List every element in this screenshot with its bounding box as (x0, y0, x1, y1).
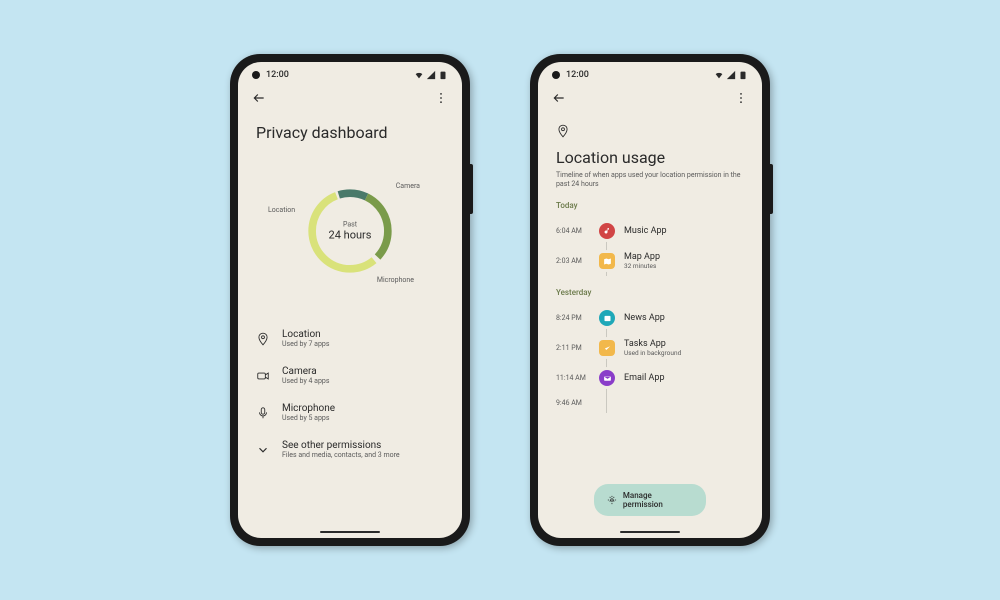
email-app-icon (599, 370, 615, 386)
page-subtitle: Timeline of when apps used your location… (556, 171, 744, 189)
front-camera-dot (252, 71, 260, 79)
status-icons (414, 70, 448, 80)
music-app-icon (599, 223, 615, 239)
timeline-app-name: Music App (624, 226, 667, 236)
timeline-today: 6:04 AM Music App 2:03 AM Map App 32 min… (556, 216, 744, 276)
screen: 12:00 Privacy dashboard (238, 62, 462, 538)
status-bar: 12:00 (238, 62, 462, 84)
timeline-time: 2:11 PM (556, 344, 590, 352)
timeline-app-name: Email App (624, 373, 665, 383)
camera-icon (256, 369, 270, 383)
permission-name: See other permissions (282, 440, 400, 451)
usage-donut-chart: Past 24 hours Camera Location Microphone (256, 156, 444, 306)
status-time: 12:00 (266, 70, 289, 80)
permission-item-microphone[interactable]: Microphone Used by 5 apps (256, 394, 444, 431)
signal-icon (726, 70, 736, 80)
map-app-icon (599, 253, 615, 269)
home-indicator[interactable] (620, 531, 680, 533)
section-yesterday: Yesterday (556, 288, 744, 297)
overflow-menu-button[interactable] (434, 90, 448, 109)
front-camera-dot (552, 71, 560, 79)
section-today: Today (556, 201, 744, 210)
back-button[interactable] (552, 90, 566, 109)
permission-item-location[interactable]: Location Used by 7 apps (256, 320, 444, 357)
wifi-icon (414, 70, 424, 80)
wifi-icon (714, 70, 724, 80)
timeline-yesterday: 8:24 PM News App 2:11 PM Tasks App Used … (556, 303, 744, 413)
phone-privacy-dashboard: 12:00 Privacy dashboard (230, 54, 470, 546)
timeline-time: 11:14 AM (556, 374, 590, 382)
overflow-menu-button[interactable] (734, 90, 748, 109)
status-icons (714, 70, 748, 80)
permission-sub: Used by 7 apps (282, 340, 329, 348)
back-arrow-icon (552, 91, 566, 105)
permission-item-other[interactable]: See other permissions Files and media, c… (256, 431, 444, 468)
more-vert-icon (434, 91, 448, 105)
timeline-time: 2:03 AM (556, 257, 590, 265)
timeline-item[interactable]: 9:46 AM (556, 393, 744, 413)
timeline-time: 8:24 PM (556, 314, 590, 322)
microphone-icon (256, 406, 270, 420)
header-location-icon (556, 123, 744, 142)
nav-bar (538, 84, 762, 115)
permission-sub: Used by 4 apps (282, 377, 329, 385)
permission-name: Microphone (282, 403, 335, 414)
timeline-time: 9:46 AM (556, 399, 590, 407)
permission-name: Camera (282, 366, 329, 377)
permission-sub: Files and media, contacts, and 3 more (282, 451, 400, 459)
donut-label-location: Location (268, 206, 295, 214)
status-bar: 12:00 (538, 62, 762, 84)
donut-label-camera: Camera (396, 182, 420, 190)
signal-icon (426, 70, 436, 80)
screen: 12:00 Location usage Timeline of when ap… (538, 62, 762, 538)
permission-list: Location Used by 7 apps Camera Used by 4… (256, 320, 444, 468)
status-time: 12:00 (566, 70, 589, 80)
tasks-app-icon (599, 340, 615, 356)
timeline-item[interactable]: 11:14 AM Email App (556, 363, 744, 393)
back-arrow-icon (252, 91, 266, 105)
timeline-item[interactable]: 2:03 AM Map App 32 minutes (556, 246, 744, 276)
timeline-app-sub: Used in background (624, 349, 681, 357)
nav-bar (238, 84, 462, 115)
phone-location-usage: 12:00 Location usage Timeline of when ap… (530, 54, 770, 546)
home-indicator[interactable] (320, 531, 380, 533)
timeline-item[interactable]: 2:11 PM Tasks App Used in background (556, 333, 744, 363)
timeline-app-name: Tasks App (624, 339, 681, 349)
manage-permission-button[interactable]: Manage permission (594, 484, 706, 516)
permission-item-camera[interactable]: Camera Used by 4 apps (256, 357, 444, 394)
donut-hours-label: 24 hours (329, 229, 372, 242)
timeline-time: 6:04 AM (556, 227, 590, 235)
page-title: Privacy dashboard (256, 123, 444, 142)
timeline-item[interactable]: 8:24 PM News App (556, 303, 744, 333)
location-pin-icon (256, 332, 270, 346)
timeline-app-name: Map App (624, 252, 660, 262)
permission-name: Location (282, 329, 329, 340)
donut-past-label: Past (329, 221, 372, 229)
timeline-app-sub: 32 minutes (624, 262, 660, 270)
chevron-down-icon (256, 443, 270, 457)
manage-permission-label: Manage permission (623, 491, 693, 509)
timeline-app-name: News App (624, 313, 665, 323)
news-app-icon (599, 310, 615, 326)
back-button[interactable] (252, 90, 266, 109)
gear-icon (607, 495, 617, 505)
timeline-item[interactable]: 6:04 AM Music App (556, 216, 744, 246)
more-vert-icon (734, 91, 748, 105)
donut-label-microphone: Microphone (377, 276, 414, 284)
battery-icon (738, 70, 748, 80)
battery-icon (438, 70, 448, 80)
page-title: Location usage (556, 148, 744, 167)
permission-sub: Used by 5 apps (282, 414, 335, 422)
